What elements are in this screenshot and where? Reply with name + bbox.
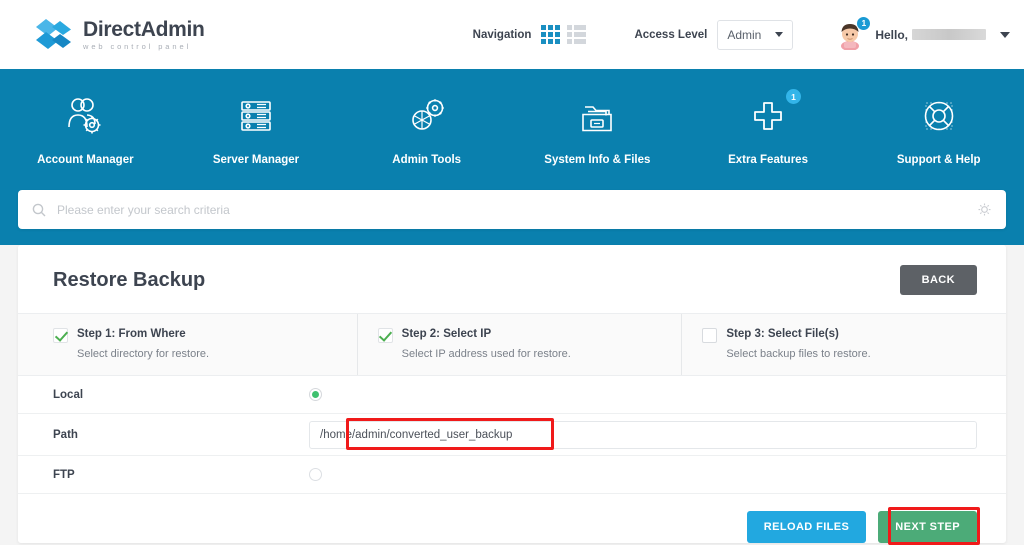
local-radio[interactable] — [309, 388, 322, 402]
check-icon — [53, 328, 68, 343]
form-row-path: Path — [18, 414, 1006, 457]
reload-files-button[interactable]: RELOAD FILES — [746, 511, 867, 544]
folder-files-icon — [575, 91, 619, 141]
list-view-icon[interactable] — [567, 25, 587, 44]
step-description: Select directory for restore. — [77, 347, 210, 360]
gears-tools-icon — [405, 91, 449, 141]
form-row-local: Local — [18, 376, 1006, 415]
nav-item-server-manager[interactable]: Server Manager — [171, 91, 342, 166]
card-footer: RELOAD FILES NEXT STEP — [18, 494, 1006, 545]
nav-label: System Info & Files — [544, 154, 651, 166]
user-menu[interactable]: 1 Hello, — [835, 15, 1010, 51]
grid-view-icon[interactable] — [541, 25, 561, 44]
restore-backup-card: Restore Backup BACK Step 1: From Where S… — [18, 245, 1006, 545]
page-title: Restore Backup — [53, 268, 206, 291]
users-gear-icon — [61, 91, 109, 141]
avatar-notification-badge: 1 — [856, 15, 872, 31]
check-icon — [377, 328, 393, 343]
search-icon — [32, 203, 46, 216]
nav-item-admin-tools[interactable]: Admin Tools — [341, 91, 512, 166]
step-title: Step 3: Select File(s) — [726, 328, 839, 340]
next-step-button[interactable]: NEXT STEP — [878, 511, 977, 544]
wizard-step-1[interactable]: Step 1: From Where Select directory for … — [18, 314, 358, 376]
access-level-select[interactable]: Admin — [717, 19, 794, 50]
access-level-group: Access Level Admin — [634, 19, 794, 50]
chevron-down-icon — [775, 32, 784, 37]
chevrons-logo-icon — [36, 18, 71, 49]
main-nav-items: Account Manager Server Manager Admin Too… — [0, 69, 1024, 166]
search-input[interactable] — [57, 202, 977, 217]
directadmin-logo[interactable]: DirectAdmin web control panel — [34, 18, 205, 52]
wizard-step-2[interactable]: Step 2: Select IP Select IP address used… — [358, 314, 683, 376]
nav-label: Account Manager — [37, 154, 134, 166]
wizard-step-3[interactable]: Step 3: Select File(s) Select backup fil… — [682, 314, 1006, 375]
ftp-label: FTP — [53, 468, 75, 481]
logo-subtitle: web control panel — [83, 41, 192, 51]
nav-label: Extra Features — [728, 154, 808, 166]
gear-icon[interactable] — [977, 202, 992, 217]
step-description: Select backup files to restore. — [726, 347, 871, 360]
search-bar[interactable] — [18, 190, 1006, 229]
wizard-steps: Step 1: From Where Select directory for … — [18, 313, 1006, 377]
extra-features-badge: 1 — [786, 89, 802, 104]
step-title: Step 1: From Where — [77, 328, 186, 340]
username-redacted — [912, 29, 986, 40]
access-level-value: Admin — [727, 27, 762, 42]
server-rack-icon — [235, 91, 277, 141]
form-row-ftp: FTP — [18, 456, 1006, 495]
nav-item-account-manager[interactable]: Account Manager — [0, 91, 171, 166]
empty-checkbox-icon — [702, 328, 718, 343]
top-right-controls: Navigation Access Level Admin 1 Hello, — [473, 15, 1024, 51]
access-level-label: Access Level — [634, 28, 708, 41]
navigation-view-switcher: Navigation — [473, 25, 587, 44]
logo-title-light: Admin — [140, 17, 205, 41]
nav-item-extra-features[interactable]: 1 Extra Features — [683, 89, 854, 166]
avatar[interactable]: 1 — [835, 15, 872, 51]
main-navigation-bar: Account Manager Server Manager Admin Too… — [0, 69, 1024, 245]
step-description: Select IP address used for restore. — [401, 347, 571, 360]
top-header-bar: DirectAdmin web control panel Navigation… — [0, 0, 1024, 69]
nav-label: Support & Help — [896, 154, 981, 166]
path-input[interactable] — [309, 420, 977, 449]
nav-item-support-help[interactable]: Support & Help — [853, 91, 1024, 166]
nav-label: Server Manager — [212, 154, 300, 166]
back-button[interactable]: BACK — [899, 265, 977, 295]
plus-icon: 1 — [747, 89, 802, 141]
nav-item-system-info-files[interactable]: System Info & Files — [512, 91, 683, 166]
logo-title-bold: Direct — [83, 17, 141, 41]
ftp-radio[interactable] — [309, 468, 322, 482]
nav-label: Admin Tools — [392, 154, 462, 166]
step-title: Step 2: Select IP — [401, 328, 492, 340]
local-label: Local — [53, 388, 84, 401]
path-label: Path — [53, 428, 78, 441]
navigation-label: Navigation — [472, 28, 532, 41]
card-header: Restore Backup BACK — [18, 245, 1006, 313]
chevron-down-icon[interactable] — [1000, 31, 1010, 38]
greeting-text: Hello, — [875, 27, 908, 42]
lifebuoy-icon — [917, 91, 961, 141]
